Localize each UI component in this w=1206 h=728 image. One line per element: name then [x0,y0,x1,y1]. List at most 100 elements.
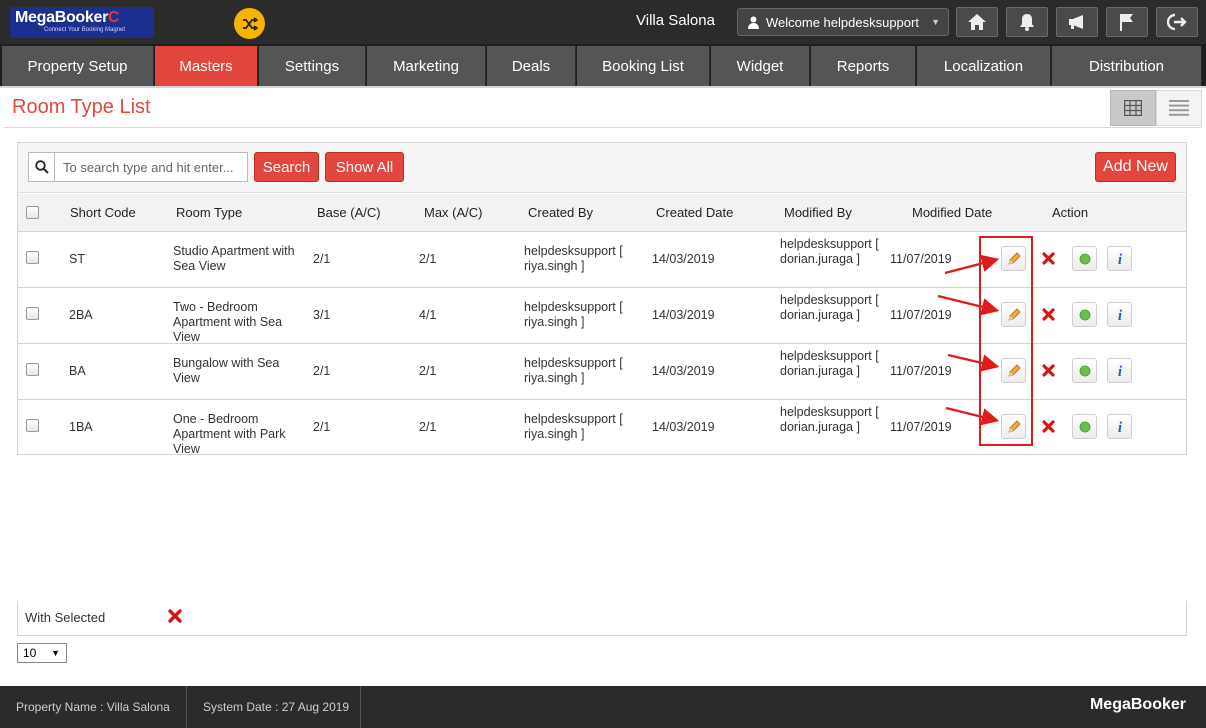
info-button[interactable]: i [1107,358,1132,383]
home-button[interactable] [956,7,998,37]
page-title: Room Type List [12,96,151,118]
page-size-value: 10 [23,646,37,660]
row-checkbox[interactable] [26,251,39,264]
status-active-icon [1079,253,1090,264]
footer-system-date: System Date : 27 Aug 2019 [187,686,361,728]
chevron-down-icon: ▼ [51,648,60,658]
row-checkbox[interactable] [26,363,39,376]
current-property-name: Villa Salona [636,12,715,29]
announcements-button[interactable] [1056,7,1098,37]
info-button[interactable]: i [1107,302,1132,327]
flag-button[interactable] [1106,7,1148,37]
logo-text: MegaBookerC [15,9,120,26]
with-selected-label: With Selected [25,610,106,625]
header-base[interactable]: Base (A/C) [317,205,381,220]
switch-property-icon[interactable] [234,8,265,39]
search-icon [28,152,54,182]
cell-base: 3/1 [313,308,331,322]
footer-brand: MegaBooker [1089,696,1186,713]
table-row: 2BA Two - Bedroom Apartment with Sea View… [18,288,1186,344]
cell-modified-by: helpdesksupport [ dorian.juraga ] [780,405,879,434]
cell-modified-by: helpdesksupport [ dorian.juraga ] [780,349,879,378]
edit-button[interactable] [1001,302,1026,327]
cell-room-type: Bungalow with Sea View [173,356,280,385]
cell-max: 2/1 [419,252,437,266]
delete-icon [1042,420,1055,433]
status-toggle-button[interactable] [1072,246,1097,271]
search-toolbar: Search Show All Add New [18,143,1186,193]
pencil-icon [1007,419,1021,433]
info-button[interactable]: i [1107,246,1132,271]
cell-created-date: 14/03/2019 [652,308,715,322]
logo-tagline: Connect Your Booking Magnet [44,27,126,33]
delete-icon [1042,364,1055,377]
cell-created-date: 14/03/2019 [652,364,715,378]
delete-button[interactable] [1036,246,1061,271]
nav-settings[interactable]: Settings [259,46,366,86]
list-view-button[interactable] [1156,90,1202,126]
search-button[interactable]: Search [254,152,319,182]
table-row: BA Bungalow with Sea View 2/1 2/1 helpdesksu… [18,344,1186,400]
edit-button[interactable] [1001,246,1026,271]
status-toggle-button[interactable] [1072,302,1097,327]
delete-selected-icon[interactable] [168,609,182,626]
row-checkbox[interactable] [26,307,39,320]
grid-view-button[interactable] [1110,90,1156,126]
cell-room-type: One - Bedroom Apartment with Park View [173,412,286,456]
cell-modified-date: 11/07/2019 [890,420,952,434]
user-menu-dropdown[interactable]: Welcome helpdesksupport ▼ [737,8,949,36]
svg-text:i: i [1117,364,1122,378]
status-toggle-button[interactable] [1072,414,1097,439]
nav-widget[interactable]: Widget [711,46,810,86]
header-modified-by[interactable]: Modified By [784,205,852,220]
table-row: 1BA One - Bedroom Apartment with Park Vie… [18,400,1186,456]
add-new-button[interactable]: Add New [1095,152,1176,182]
cell-modified-date: 11/07/2019 [890,308,952,322]
delete-icon [1042,308,1055,321]
nav-marketing[interactable]: Marketing [367,46,486,86]
header-short-code[interactable]: Short Code [70,205,136,220]
footer-property: Property Name : Villa Salona [0,686,187,728]
cell-room-type: Studio Apartment with Sea View [173,244,295,273]
table-row: ST Studio Apartment with Sea View 2/1 2/1 he… [18,232,1186,288]
bulk-actions-bar: With Selected [17,601,1187,636]
edit-button[interactable] [1001,414,1026,439]
header-created-date[interactable]: Created Date [656,205,733,220]
nav-localization[interactable]: Localization [917,46,1051,86]
delete-button[interactable] [1036,414,1061,439]
nav-masters[interactable]: Masters [155,46,258,86]
header-modified-date[interactable]: Modified Date [912,205,992,220]
bell-icon [1020,14,1034,31]
cell-max: 2/1 [419,364,437,378]
header-max[interactable]: Max (A/C) [424,205,483,220]
delete-button[interactable] [1036,358,1061,383]
nav-property-setup[interactable]: Property Setup [2,46,154,86]
header-created-by[interactable]: Created By [528,205,593,220]
svg-text:i: i [1117,308,1122,322]
svg-text:i: i [1117,420,1122,434]
show-all-button[interactable]: Show All [325,152,404,182]
info-icon: i [1117,308,1122,322]
edit-button[interactable] [1001,358,1026,383]
delete-button[interactable] [1036,302,1061,327]
nav-booking-list[interactable]: Booking List [577,46,710,86]
info-button[interactable]: i [1107,414,1132,439]
cell-short-code: 2BA [69,308,93,322]
row-checkbox[interactable] [26,419,39,432]
nav-deals[interactable]: Deals [487,46,576,86]
status-toggle-button[interactable] [1072,358,1097,383]
nav-distribution[interactable]: Distribution [1052,46,1202,86]
search-input[interactable] [54,152,248,182]
page-header: Room Type List [4,90,1202,128]
flag-icon [1120,14,1133,31]
megaphone-icon [1069,15,1083,29]
pencil-icon [1007,251,1021,265]
select-all-checkbox[interactable] [26,206,39,219]
cell-created-by: helpdesksupport [ riya.singh ] [524,356,623,385]
logout-button[interactable] [1156,7,1198,37]
header-room-type[interactable]: Room Type [176,205,242,220]
notifications-button[interactable] [1006,7,1048,37]
page-size-select[interactable]: 10 ▼ [17,643,67,663]
megabooker-logo[interactable]: MegaBookerC Connect Your Booking Magnet [10,7,154,38]
nav-reports[interactable]: Reports [811,46,916,86]
